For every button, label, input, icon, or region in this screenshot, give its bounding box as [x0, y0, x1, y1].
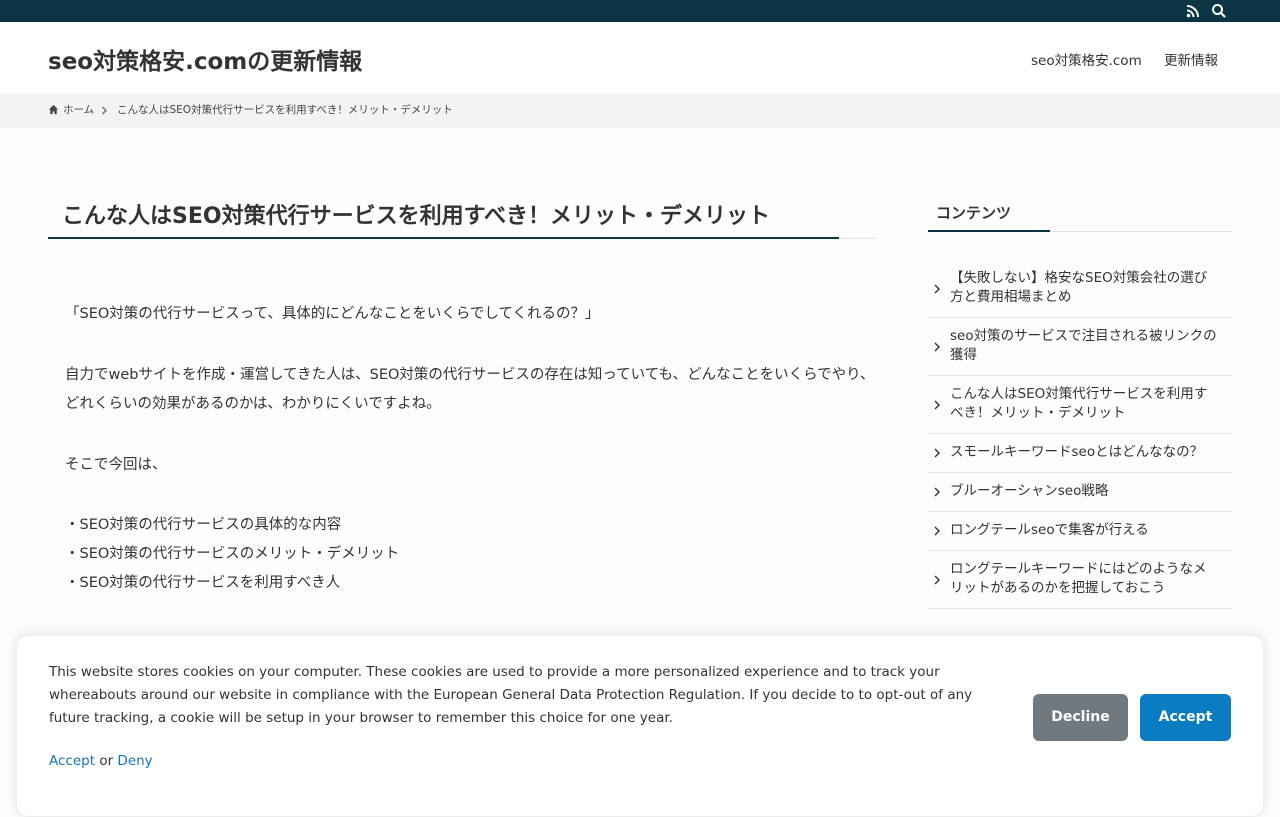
sidebar-item[interactable]: seo対策のサービスで注目される被リンクの獲得: [928, 318, 1232, 376]
accept-button[interactable]: Accept: [1140, 694, 1231, 741]
chevron-right-icon: [934, 575, 940, 584]
chevron-right-icon: [934, 342, 940, 351]
breadcrumb: ホーム こんな人はSEO対策代行サービスを利用すべき！メリット・デメリット: [0, 94, 1280, 128]
site-header: seo対策格安.comの更新情報 seo対策格安.com 更新情報: [0, 22, 1280, 94]
article-body: 「SEO対策の代行サービスって、具体的にどんなことをいくらでしてくれるの？」 自…: [48, 300, 876, 598]
paragraph-intro: 自力でwebサイトを作成・運営してきた人は、SEO対策の代行サービスの存在は知っ…: [65, 367, 875, 412]
decline-button[interactable]: Decline: [1033, 694, 1128, 741]
sidebar-item-label: ロングテールseoで集客が行える: [950, 522, 1149, 538]
article-title: こんな人はSEO対策代行サービスを利用すべき！メリット・デメリット: [48, 180, 876, 239]
home-icon: [48, 104, 59, 115]
sidebar: コンテンツ 【失敗しない】格安なSEO対策会社の選び方と費用相場まとめ seo対…: [928, 194, 1232, 609]
list-item: ・SEO対策の代行サービスのメリット・デメリット: [65, 546, 400, 562]
chevron-right-icon: [934, 284, 940, 293]
sidebar-item-label: スモールキーワードseoとはどんななの？: [950, 444, 1204, 460]
sidebar-heading: コンテンツ: [928, 194, 1232, 232]
site-title[interactable]: seo対策格安.comの更新情報: [48, 42, 362, 76]
cookie-deny-link[interactable]: Deny: [117, 753, 152, 769]
cookie-links: Accept or Deny: [49, 753, 153, 769]
title-underline: [48, 237, 839, 239]
sidebar-heading-text: コンテンツ: [936, 204, 1012, 222]
cookie-banner: This website stores cookies on your comp…: [16, 635, 1264, 817]
chevron-right-icon: [934, 526, 940, 536]
breadcrumb-home[interactable]: ホーム: [63, 102, 94, 117]
sidebar-heading-underline: [928, 230, 1050, 232]
sidebar-item-label: 【失敗しない】格安なSEO対策会社の選び方と費用相場まとめ: [950, 270, 1208, 305]
list-item: ・SEO対策の代行サービスの具体的な内容: [65, 517, 342, 533]
chevron-right-icon: [934, 448, 940, 458]
sidebar-item[interactable]: ブルーオーシャンseo戦略: [928, 473, 1232, 512]
paragraph-question: 「SEO対策の代行サービスって、具体的にどんなことをいくらでしてくれるの？」: [65, 306, 600, 322]
chevron-right-icon: [934, 400, 940, 409]
top-bar: [0, 0, 1280, 22]
cookie-or-text: or: [99, 753, 114, 769]
sidebar-item-label: seo対策のサービスで注目される被リンクの獲得: [950, 328, 1217, 363]
sidebar-item-label: こんな人はSEO対策代行サービスを利用すべき！メリット・デメリット: [950, 386, 1208, 421]
sidebar-item-label: ロングテールキーワードにはどのようなメリットがあるのかを把握しておこう: [950, 561, 1207, 596]
nav-link-home[interactable]: seo対策格安.com: [1031, 49, 1142, 69]
nav-link-updates[interactable]: 更新情報: [1164, 49, 1218, 69]
sidebar-item-label: ブルーオーシャンseo戦略: [950, 483, 1109, 499]
chevron-right-icon: [102, 106, 107, 115]
paragraph-today: そこで今回は、: [65, 457, 167, 473]
sidebar-item[interactable]: こんな人はSEO対策代行サービスを利用すべき！メリット・デメリット: [928, 376, 1232, 434]
sidebar-item[interactable]: スモールキーワードseoとはどんななの？: [928, 434, 1232, 473]
sidebar-item[interactable]: ロングテールseoで集客が行える: [928, 512, 1232, 551]
sidebar-item[interactable]: 【失敗しない】格安なSEO対策会社の選び方と費用相場まとめ: [928, 260, 1232, 318]
article-title-text: こんな人はSEO対策代行サービスを利用すべき！メリット・デメリット: [62, 204, 771, 229]
rss-icon[interactable]: [1185, 3, 1201, 19]
cookie-message: This website stores cookies on your comp…: [49, 664, 973, 726]
breadcrumb-current: こんな人はSEO対策代行サービスを利用すべき！メリット・デメリット: [117, 104, 453, 116]
article: こんな人はSEO対策代行サービスを利用すべき！メリット・デメリット 「SEO対策…: [48, 180, 876, 598]
list-item: ・SEO対策の代行サービスを利用すべき人: [65, 575, 341, 591]
sidebar-list: 【失敗しない】格安なSEO対策会社の選び方と費用相場まとめ seo対策のサービス…: [928, 260, 1232, 609]
search-icon[interactable]: [1211, 3, 1227, 19]
sidebar-item[interactable]: ロングテールキーワードにはどのようなメリットがあるのかを把握しておこう: [928, 551, 1232, 609]
chevron-right-icon: [934, 487, 940, 497]
cookie-accept-link[interactable]: Accept: [49, 753, 95, 769]
